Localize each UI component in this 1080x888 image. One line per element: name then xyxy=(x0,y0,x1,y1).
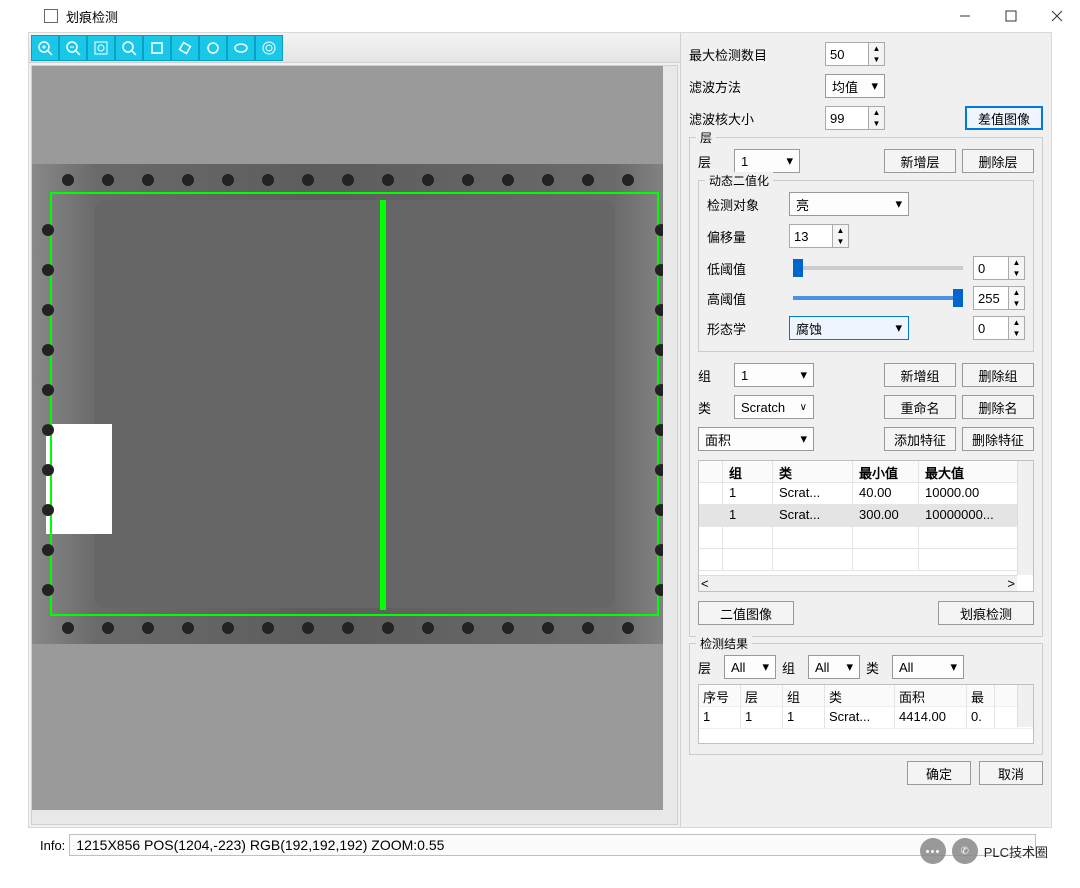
rect-tool-icon[interactable] xyxy=(143,35,171,61)
add-group-button[interactable]: 新增组 xyxy=(884,363,956,387)
table-scroll-v[interactable] xyxy=(1017,461,1033,575)
delete-feature-button[interactable]: 删除特征 xyxy=(962,427,1034,451)
delete-layer-button[interactable]: 删除层 xyxy=(962,149,1034,173)
group-select[interactable]: 1▾ xyxy=(734,363,814,387)
binary-image-button[interactable]: 二值图像 xyxy=(698,601,794,625)
main-container: 最大检测数目 ▲▼ 滤波方法 均值▾ 滤波核大小 ▲▼ 差值图像 层 层 1▾ … xyxy=(28,32,1052,828)
info-label: Info: xyxy=(40,838,65,853)
table-header: 组类最小值最大值 xyxy=(699,461,1033,483)
layer-select[interactable]: 1▾ xyxy=(734,149,800,173)
right-panel: 最大检测数目 ▲▼ 滤波方法 均值▾ 滤波核大小 ▲▼ 差值图像 层 层 1▾ … xyxy=(681,33,1051,827)
filter-group-select[interactable]: All▾ xyxy=(808,655,860,679)
max-detect-label: 最大检测数目 xyxy=(689,45,779,64)
ring-tool-icon[interactable] xyxy=(255,35,283,61)
ellipse-tool-icon[interactable] xyxy=(227,35,255,61)
table-row[interactable]: 111Scrat...4414.000. xyxy=(699,707,1033,729)
delete-group-button[interactable]: 删除组 xyxy=(962,363,1034,387)
morph-value-spinner[interactable]: ▲▼ xyxy=(973,316,1025,340)
titlebar: 划痕检测 xyxy=(0,0,1080,32)
class-select[interactable]: Scratch∨ xyxy=(734,395,814,419)
feature-table[interactable]: 组类最小值最大值 1Scrat...40.0010000.00 1Scrat..… xyxy=(698,460,1034,592)
filter-layer-select[interactable]: All▾ xyxy=(724,655,776,679)
image-sample xyxy=(32,164,677,644)
watermark: ✆ PLC技术圈 xyxy=(920,838,1048,864)
high-threshold-label: 高阈值 xyxy=(707,289,783,308)
zoom-in-icon[interactable] xyxy=(31,35,59,61)
class-label: 类 xyxy=(698,398,728,417)
add-layer-button[interactable]: 新增层 xyxy=(884,149,956,173)
vertical-scrollbar[interactable] xyxy=(663,66,677,824)
cancel-button[interactable]: 取消 xyxy=(979,761,1043,785)
circle-tool-icon[interactable] xyxy=(199,35,227,61)
image-viewport[interactable] xyxy=(31,65,678,825)
rename-button[interactable]: 重命名 xyxy=(884,395,956,419)
info-bar: Info: 1215X856 POS(1204,-223) RGB(192,19… xyxy=(0,832,1080,858)
high-threshold-slider[interactable] xyxy=(793,296,963,300)
detect-target-label: 检测对象 xyxy=(707,195,783,214)
offset-label: 偏移量 xyxy=(707,227,783,246)
low-threshold-spinner[interactable]: ▲▼ xyxy=(973,256,1025,280)
binarize-fieldset: 动态二值化 检测对象 亮▾ 偏移量 ▲▼ 低阈值 ▲▼ 高阈值 ▲▼ xyxy=(698,180,1034,352)
feature-select[interactable]: 面积▾ xyxy=(698,427,814,451)
zoom-actual-icon[interactable] xyxy=(115,35,143,61)
max-detect-spinner[interactable]: ▲▼ xyxy=(825,42,885,66)
chevron-down-icon: ▾ xyxy=(871,78,878,94)
roi-rectangle[interactable] xyxy=(50,192,659,616)
app-icon xyxy=(44,9,58,23)
diff-image-button[interactable]: 差值图像 xyxy=(965,106,1043,130)
results-fieldset: 检测结果 层 All▾ 组 All▾ 类 All▾ 序号层组类面积最 111Sc… xyxy=(689,643,1043,755)
minimize-button[interactable] xyxy=(942,0,988,32)
table-row[interactable]: 1Scrat...40.0010000.00 xyxy=(699,483,1033,505)
table-scroll-h[interactable]: <> xyxy=(699,575,1017,591)
filter-kernel-label: 滤波核大小 xyxy=(689,109,779,128)
rotated-rect-icon[interactable] xyxy=(171,35,199,61)
left-panel xyxy=(29,33,681,827)
high-threshold-spinner[interactable]: ▲▼ xyxy=(973,286,1025,310)
morph-label: 形态学 xyxy=(707,319,783,338)
ok-button[interactable]: 确定 xyxy=(907,761,971,785)
window-title: 划痕检测 xyxy=(66,7,942,26)
zoom-fit-icon[interactable] xyxy=(87,35,115,61)
detect-button[interactable]: 划痕检测 xyxy=(938,601,1034,625)
filter-kernel-spinner[interactable]: ▲▼ xyxy=(825,106,885,130)
info-text: 1215X856 POS(1204,-223) RGB(192,192,192)… xyxy=(69,834,1036,856)
delete-name-button[interactable]: 删除名 xyxy=(962,395,1034,419)
horizontal-scrollbar[interactable] xyxy=(32,810,663,824)
add-feature-button[interactable]: 添加特征 xyxy=(884,427,956,451)
zoom-out-icon[interactable] xyxy=(59,35,87,61)
table-row[interactable]: 1Scrat...300.0010000000... xyxy=(699,505,1033,527)
filter-method-label: 滤波方法 xyxy=(689,77,779,96)
results-table[interactable]: 序号层组类面积最 111Scrat...4414.000. xyxy=(698,684,1034,744)
wechat-icon: ✆ xyxy=(952,838,978,864)
filter-class-select[interactable]: All▾ xyxy=(892,655,964,679)
offset-spinner[interactable]: ▲▼ xyxy=(789,224,849,248)
image-toolbar xyxy=(29,33,680,63)
detect-target-select[interactable]: 亮▾ xyxy=(789,192,909,216)
group-label: 组 xyxy=(698,366,728,385)
morph-select[interactable]: 腐蚀▾ xyxy=(789,316,909,340)
layer-fieldset: 层 层 1▾ 新增层 删除层 动态二值化 检测对象 亮▾ 偏移量 ▲▼ xyxy=(689,137,1043,637)
filter-method-select[interactable]: 均值▾ xyxy=(825,74,885,98)
layer-label: 层 xyxy=(698,152,728,171)
low-threshold-label: 低阈值 xyxy=(707,259,783,278)
close-button[interactable] xyxy=(1034,0,1080,32)
maximize-button[interactable] xyxy=(988,0,1034,32)
low-threshold-slider[interactable] xyxy=(793,266,963,270)
results-scroll-v[interactable] xyxy=(1017,685,1033,727)
